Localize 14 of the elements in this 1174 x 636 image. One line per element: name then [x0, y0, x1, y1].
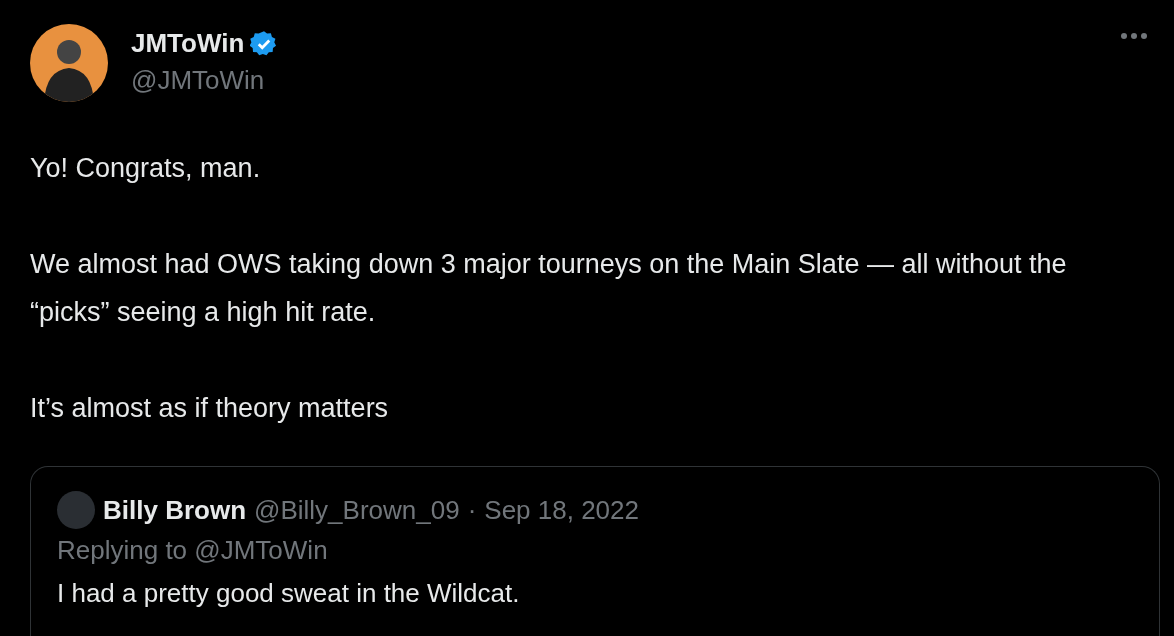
author-name[interactable]: JMToWin [131, 28, 245, 59]
quoted-tweet-text: I had a pretty good sweat in the Wildcat. [57, 578, 521, 609]
separator-dot: · [467, 494, 477, 526]
tweet-text: It’s almost as if theory matters [30, 392, 390, 425]
tweet-text: Yo! Congrats, man. [30, 152, 262, 185]
author-handle[interactable]: @JMToWin [131, 65, 1097, 96]
quoted-avatar-photo-placeholder [57, 491, 95, 529]
quoted-date: Sep 18, 2022 [484, 494, 639, 526]
tweet-text: We almost had OWS taking down 3 major tourneys on the Main Slate — all without the “picks” seeing a high hit rate. [30, 248, 1068, 329]
quoted-author-handle: @Billy_Brown_09 [254, 494, 460, 526]
replying-to-text: Replying to @JMToWin [57, 535, 329, 566]
more-options-icon[interactable] [1120, 32, 1148, 40]
quoted-author-name: Billy Brown [103, 494, 246, 526]
quoted-tweet-card[interactable]: Billy Brown @Billy_Brown_09 · Sep 18, 2022 Replying to @JMToWin I had a pretty good sweat in the Wildcat. [30, 466, 1160, 636]
